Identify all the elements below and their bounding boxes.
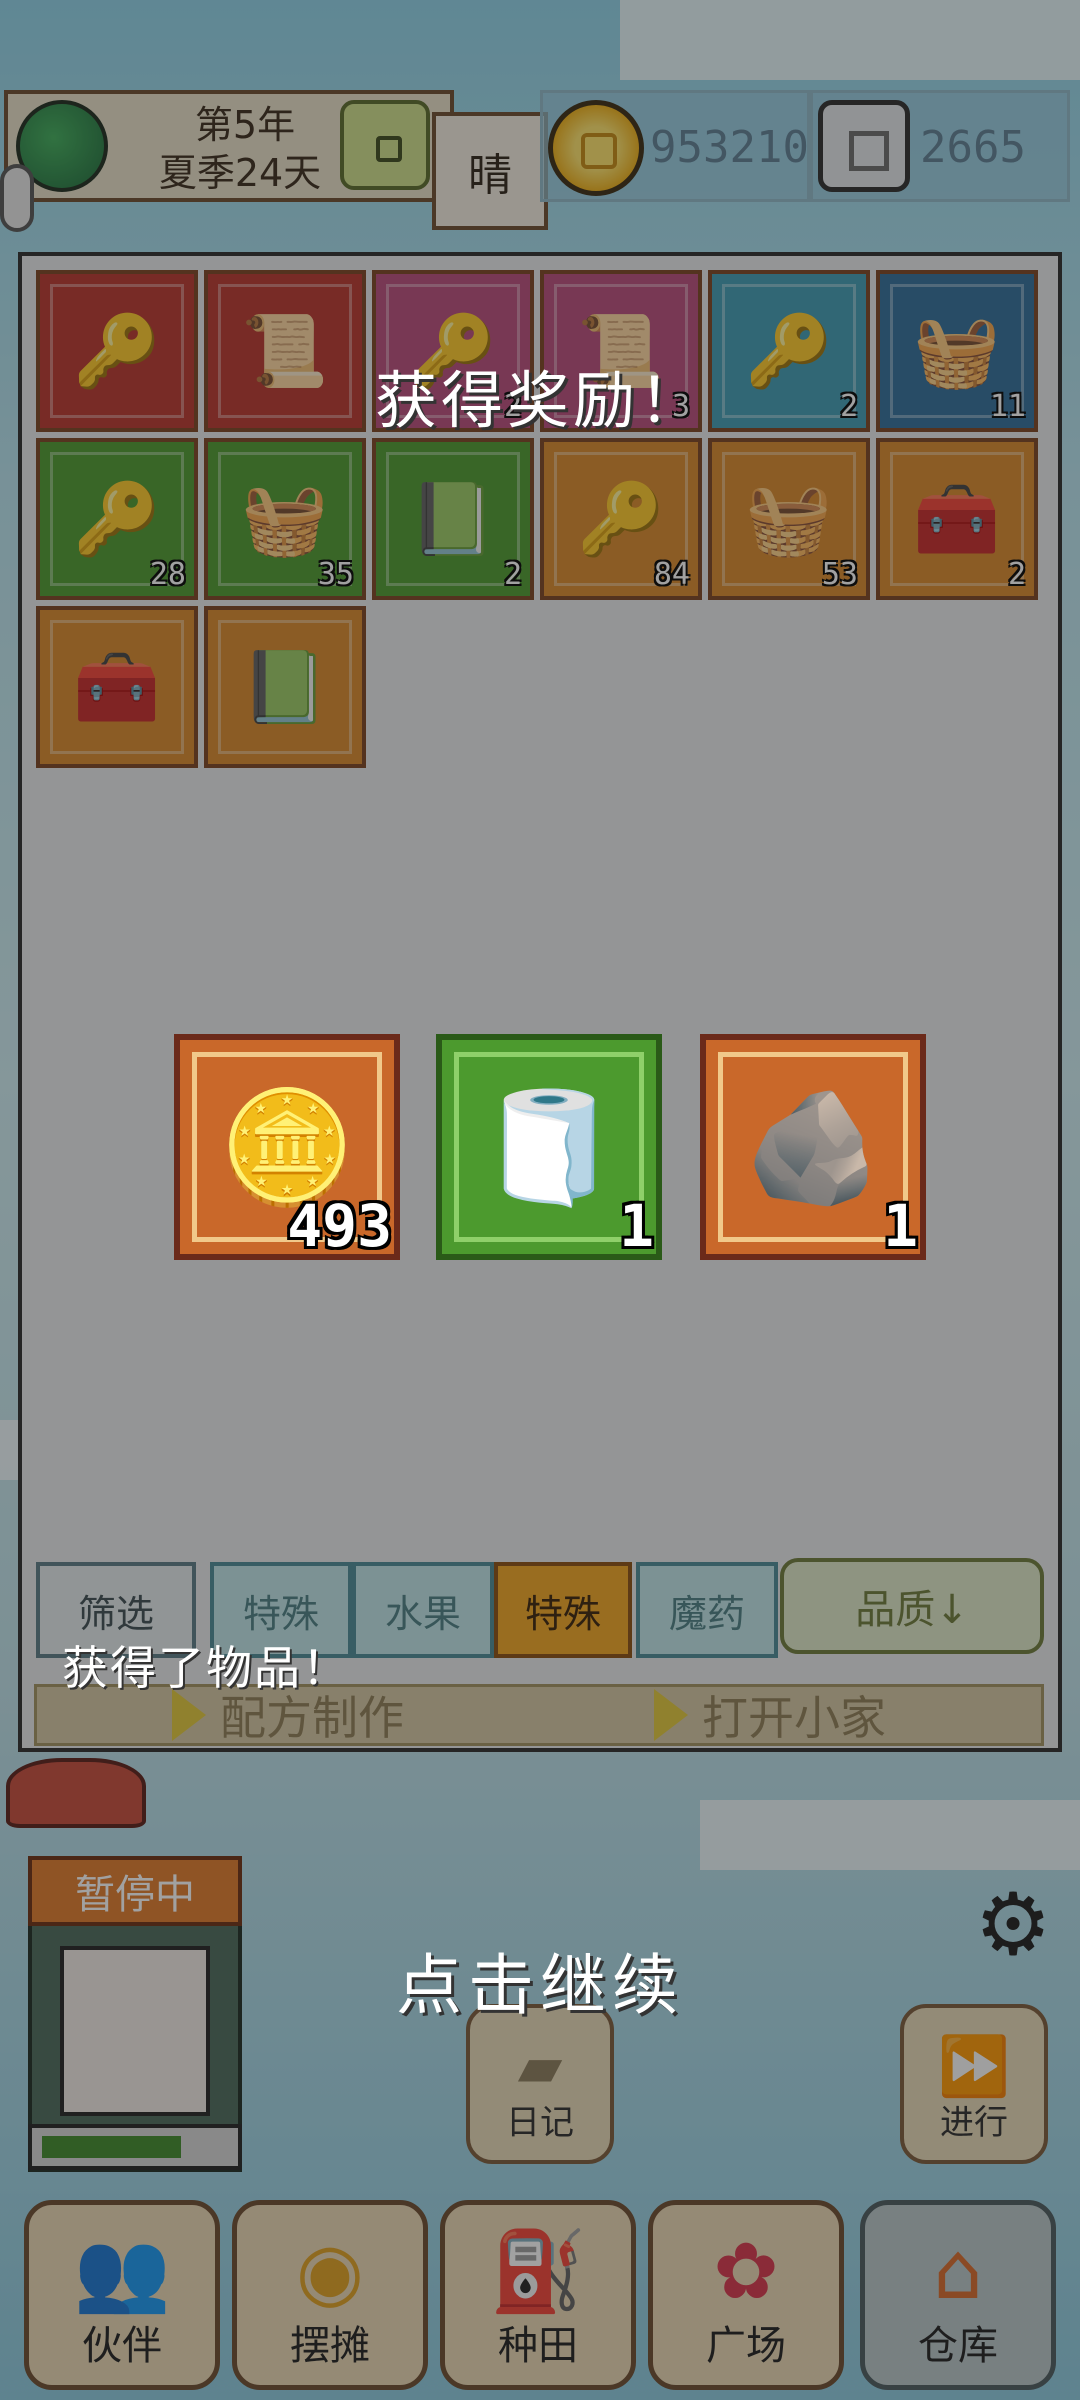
reward-card: 🪙 493 — [174, 1034, 400, 1260]
reward-title: 获得奖励！ — [374, 364, 705, 437]
reward-card: 🧻 1 — [436, 1034, 662, 1260]
item-toast: 获得了物品！ — [62, 1641, 350, 1695]
tap-to-continue[interactable]: 点击继续 — [0, 1932, 1080, 2028]
reward-count: 1 — [619, 1192, 654, 1260]
reward-count: 493 — [287, 1192, 392, 1260]
reward-card: 🪨 1 — [700, 1034, 926, 1260]
reward-count: 1 — [883, 1192, 918, 1260]
